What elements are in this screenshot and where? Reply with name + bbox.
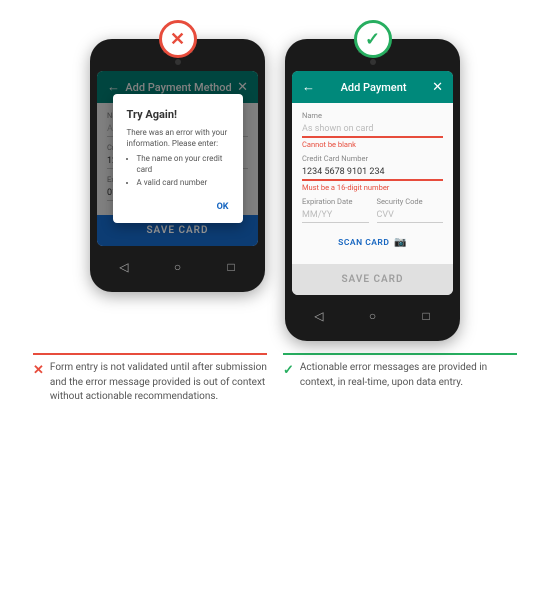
scan-card-icon: 📷 — [394, 237, 406, 248]
left-nav-back[interactable]: ◁ — [117, 260, 131, 274]
dialog-body: There was an error with your information… — [127, 127, 229, 189]
good-indicator: ✓ Actionable error messages are provided… — [283, 361, 517, 390]
bad-divider — [33, 353, 267, 355]
left-nav-bar: ◁ ○ □ — [97, 252, 258, 282]
comparison-layout: ✕ ← Add Payment Method ✕ Name As shown o… — [90, 20, 460, 341]
bad-badge: ✕ — [159, 20, 197, 58]
good-badge: ✓ — [354, 20, 392, 58]
right-back-icon[interactable]: ← — [302, 79, 315, 95]
bad-indicator-icon: ✕ — [33, 362, 44, 381]
bad-badge-icon: ✕ — [170, 29, 185, 50]
right-expiry-input[interactable]: MM/YY — [302, 208, 369, 223]
good-description: Actionable error messages are provided i… — [300, 361, 517, 390]
right-nav-recent[interactable]: □ — [419, 309, 433, 323]
good-indicator-icon: ✓ — [283, 362, 294, 381]
right-screen: ← Add Payment ✕ Name As shown on card Ca… — [292, 71, 453, 295]
left-phone-container: ✕ ← Add Payment Method ✕ Name As shown o… — [90, 20, 265, 292]
bad-indicator: ✕ Form entry is not validated until afte… — [33, 361, 267, 405]
right-nav-bar: ◁ ○ □ — [292, 301, 453, 331]
dialog-ok-area: OK — [127, 194, 229, 213]
right-expiry-label: Expiration Date — [302, 197, 369, 206]
bottom-right: ✓ Actionable error messages are provided… — [275, 353, 525, 405]
left-nav-home[interactable]: ○ — [170, 260, 184, 274]
bottom-section: ✕ Form entry is not validated until afte… — [25, 353, 525, 405]
right-name-error: Cannot be blank — [302, 140, 443, 149]
right-cc-label: Credit Card Number — [302, 154, 443, 163]
good-divider — [283, 353, 517, 355]
right-expiry-col: Expiration Date MM/YY — [302, 197, 369, 229]
right-save-card-bar: SAVE CARD — [292, 264, 453, 295]
right-form-area: Name As shown on card Cannot be blank Cr… — [292, 103, 453, 264]
bad-description: Form entry is not validated until after … — [50, 361, 267, 405]
right-security-col: Security Code CVV — [377, 197, 444, 229]
right-name-label: Name — [302, 111, 443, 120]
dialog-item-2: A valid card number — [137, 177, 229, 188]
dialog-title: Try Again! — [127, 108, 229, 121]
right-nav-back[interactable]: ◁ — [312, 309, 326, 323]
scan-card-label: SCAN CARD — [338, 238, 389, 248]
right-header-title: Add Payment — [315, 81, 432, 94]
dialog-overlay: Try Again! There was an error with your … — [97, 71, 258, 246]
left-screen: ← Add Payment Method ✕ Name As shown on … — [97, 71, 258, 246]
dialog-ok-button[interactable]: OK — [217, 202, 229, 212]
bottom-left: ✕ Form entry is not validated until afte… — [25, 353, 275, 405]
right-phone-camera — [370, 59, 376, 65]
good-badge-icon: ✓ — [365, 29, 380, 50]
scan-card-row[interactable]: SCAN CARD 📷 — [302, 237, 443, 248]
try-again-dialog: Try Again! There was an error with your … — [113, 94, 243, 224]
left-phone: ← Add Payment Method ✕ Name As shown on … — [90, 39, 265, 292]
right-name-input[interactable]: As shown on card — [302, 122, 443, 138]
right-app-header: ← Add Payment ✕ — [292, 71, 453, 103]
right-phone: ← Add Payment ✕ Name As shown on card Ca… — [285, 39, 460, 341]
right-save-card-label: SAVE CARD — [341, 274, 403, 285]
dialog-item-1: The name on your credit card — [137, 153, 229, 175]
right-phone-container: ✓ ← Add Payment ✕ Name As shown on card … — [285, 20, 460, 341]
right-cc-error: Must be a 16-digit number — [302, 183, 443, 192]
right-cc-input[interactable]: 1234 5678 9101 234 — [302, 165, 443, 181]
right-close-icon[interactable]: ✕ — [432, 80, 443, 95]
phone-camera — [175, 59, 181, 65]
left-nav-recent[interactable]: □ — [224, 260, 238, 274]
right-security-label: Security Code — [377, 197, 444, 206]
right-exp-security-row: Expiration Date MM/YY Security Code CVV — [302, 197, 443, 229]
right-security-input[interactable]: CVV — [377, 208, 444, 223]
right-nav-home[interactable]: ○ — [365, 309, 379, 323]
